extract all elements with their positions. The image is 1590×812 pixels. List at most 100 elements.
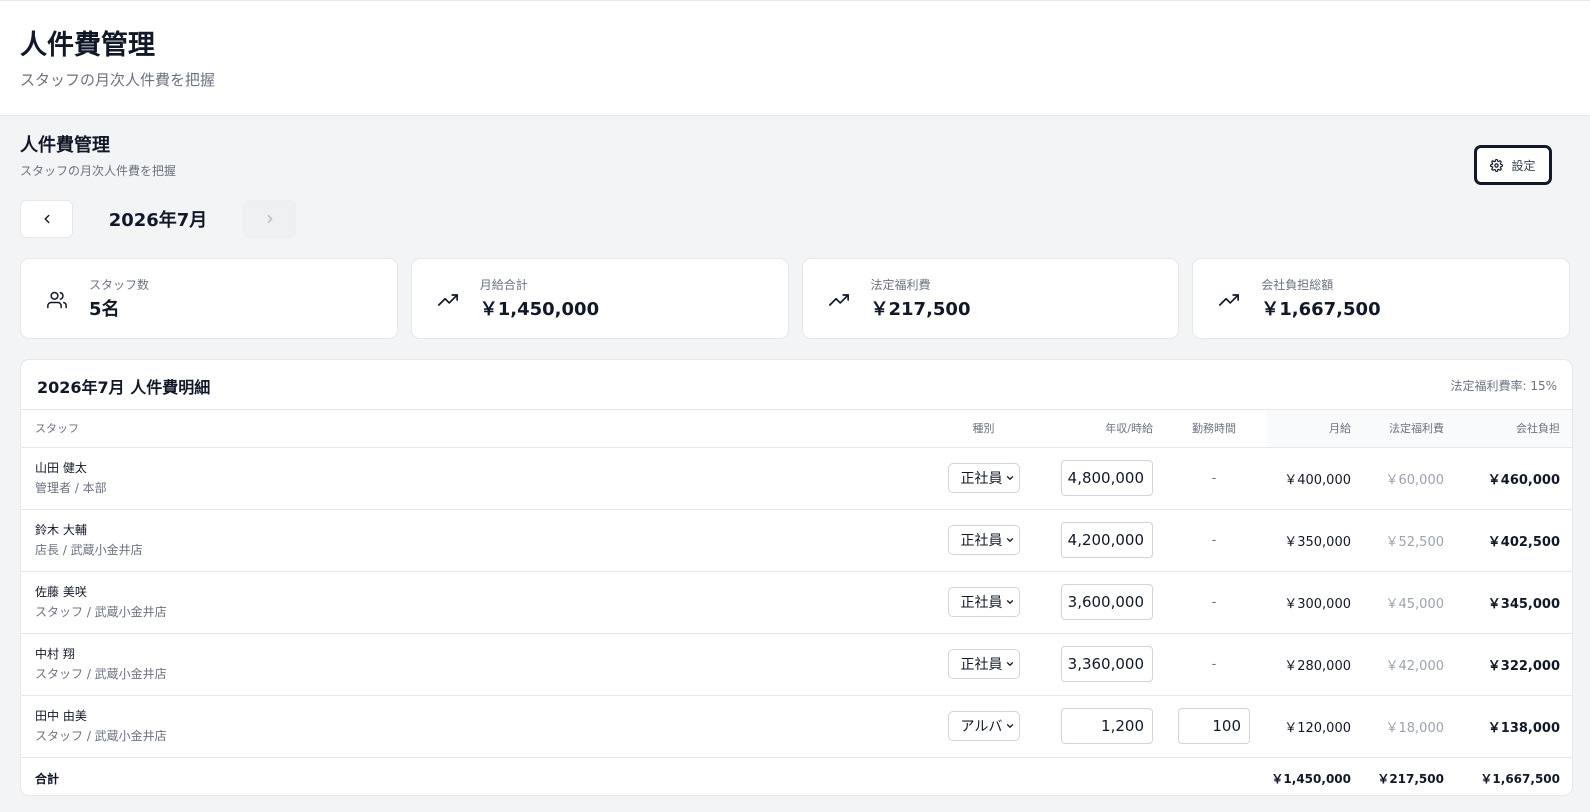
col-header-welfare: 法定福利費 <box>1365 410 1458 448</box>
employment-type-value: 正社員 <box>960 533 1003 549</box>
employment-type-select[interactable]: 正社員 <box>947 525 1020 555</box>
total-empty <box>926 757 1041 795</box>
monthly-salary: ￥120,000 <box>1284 720 1351 736</box>
welfare-rate-label: 法定福利費率: 15% <box>1450 379 1557 393</box>
hours-cell: - <box>1161 571 1267 634</box>
pay-input[interactable]: 3,600,000 <box>1061 584 1153 620</box>
stat-label: スタッフ数 <box>89 278 150 292</box>
stat-value: ￥1,450,000 <box>479 299 600 320</box>
burden-cell: ￥322,000 <box>1458 633 1572 696</box>
hours-cell: - <box>1161 509 1267 572</box>
settings-button[interactable]: 設定 <box>1474 145 1552 185</box>
chevron-left-icon <box>44 214 49 224</box>
welfare-cell: ￥42,000 <box>1365 633 1458 696</box>
month-navigator: 2026年7月 <box>20 200 1570 238</box>
burden-cell: ￥138,000 <box>1458 695 1572 758</box>
table-row: 中村 翔スタッフ / 武蔵小金井店 正社員 3,360,000 - ￥280,000 ￥4… <box>21 633 1572 696</box>
page-header: 人件費管理 スタッフの月次人件費を把握 <box>0 0 1590 116</box>
employment-type-select[interactable]: アルバ <box>947 711 1020 741</box>
staff-role: スタッフ / 武蔵小金井店 <box>35 605 167 619</box>
welfare-cell: ￥60,000 <box>1365 447 1458 510</box>
type-cell: アルバ <box>926 695 1041 758</box>
employment-type-select[interactable]: 正社員 <box>947 463 1020 493</box>
total-empty <box>1161 757 1267 795</box>
pay-cell: 4,800,000 <box>1041 447 1161 510</box>
hours-empty: - <box>1211 532 1217 548</box>
hours-empty: - <box>1211 594 1217 610</box>
hours-empty: - <box>1211 470 1217 486</box>
burden-cell: ￥345,000 <box>1458 571 1572 634</box>
stat-label: 月給合計 <box>479 278 528 292</box>
col-header-type: 種別 <box>926 410 1041 448</box>
chevron-down-icon <box>1006 662 1013 666</box>
pay-input[interactable]: 4,200,000 <box>1061 522 1153 558</box>
staff-role: 店長 / 武蔵小金井店 <box>35 543 143 557</box>
staff-cell: 田中 由美スタッフ / 武蔵小金井店 <box>21 695 926 758</box>
next-month-button[interactable] <box>243 200 296 238</box>
company-burden: ￥322,000 <box>1487 658 1560 674</box>
trending-up-icon <box>828 294 849 306</box>
section-title: 人件費管理 <box>20 135 110 156</box>
staff-name: 中村 翔 <box>35 647 75 661</box>
monthly-cell: ￥400,000 <box>1267 447 1365 510</box>
stat-value: ￥1,667,500 <box>1261 299 1381 320</box>
table-title: 2026年7月 人件費明細 <box>37 378 211 397</box>
employment-type-value: アルバ <box>960 719 1003 735</box>
company-burden: ￥138,000 <box>1487 720 1560 736</box>
staff-cell: 山田 健太管理者 / 本部 <box>21 447 926 510</box>
chevron-right-icon <box>267 214 272 224</box>
col-header-hours: 勤務時間 <box>1161 410 1267 448</box>
pay-input[interactable]: 1,200 <box>1061 708 1153 744</box>
staff-role: スタッフ / 武蔵小金井店 <box>35 729 167 743</box>
welfare-cost: ￥18,000 <box>1385 720 1445 736</box>
hours-empty: - <box>1211 656 1217 672</box>
employment-type-select[interactable]: 正社員 <box>947 649 1020 679</box>
employment-type-select[interactable]: 正社員 <box>947 587 1020 617</box>
monthly-salary: ￥400,000 <box>1284 472 1351 488</box>
table-header-row: スタッフ 種別 年収/時給 勤務時間 月給 法定福利費 会社負担 <box>21 410 1572 448</box>
main-content: 人件費管理 スタッフの月次人件費を把握 設定 2026年7月 スタッフ数 5名 <box>0 116 1590 796</box>
burden-cell: ￥402,500 <box>1458 509 1572 572</box>
company-burden: ￥402,500 <box>1487 534 1560 550</box>
table-header-bar: 2026年7月 人件費明細 法定福利費率: 15% <box>21 360 1572 410</box>
hours-cell: - <box>1161 633 1267 696</box>
staff-name: 田中 由美 <box>35 709 87 723</box>
stat-card-monthly-total: 月給合計 ￥1,450,000 <box>410 258 789 339</box>
employment-type-value: 正社員 <box>960 657 1003 673</box>
gear-icon <box>1490 158 1504 172</box>
hours-cell: - <box>1161 447 1267 510</box>
type-cell: 正社員 <box>926 633 1041 696</box>
hours-cell: 100 <box>1161 695 1267 758</box>
table-row: 山田 健太 管理者 / 本部 正社員 4,800,000 - ￥400,000 ￥60,00… <box>21 447 1572 510</box>
staff-name: 山田 健太 <box>35 461 87 475</box>
trending-up-icon <box>437 294 458 306</box>
welfare-cell: ￥52,500 <box>1365 509 1458 572</box>
staff-role: 管理者 / 本部 <box>35 481 107 495</box>
staff-name: 佐藤 美咲 <box>35 585 87 599</box>
burden-cell: ￥460,000 <box>1458 447 1572 510</box>
col-header-pay: 年収/時給 <box>1041 410 1161 448</box>
labor-cost-table: スタッフ 種別 年収/時給 勤務時間 月給 法定福利費 会社負担 山田 健太管理… <box>21 410 1572 795</box>
monthly-cell: ￥300,000 <box>1267 571 1365 634</box>
total-burden: ￥1,667,500 <box>1480 771 1560 786</box>
monthly-cell: ￥120,000 <box>1267 695 1365 758</box>
col-header-burden: 会社負担 <box>1458 410 1572 448</box>
table-row: 佐藤 美咲スタッフ / 武蔵小金井店 正社員 3,600,000 - ￥300,000 ￥… <box>21 571 1572 634</box>
stat-card-staff-count: スタッフ数 5名 <box>20 258 398 339</box>
welfare-cost: ￥60,000 <box>1385 472 1445 488</box>
staff-cell: 鈴木 大輔 店長 / 武蔵小金井店 <box>21 509 926 572</box>
settings-label: 設定 <box>1511 158 1536 173</box>
page-subtitle: スタッフの月次人件費を把握 <box>20 71 216 89</box>
staff-cell: 中村 翔スタッフ / 武蔵小金井店 <box>21 633 926 696</box>
pay-input[interactable]: 3,360,000 <box>1061 646 1153 682</box>
page-title: 人件費管理 <box>20 30 155 61</box>
welfare-cost: ￥52,500 <box>1385 534 1445 550</box>
hours-input[interactable]: 100 <box>1178 708 1250 744</box>
trending-up-icon <box>1219 294 1240 306</box>
prev-month-button[interactable] <box>20 200 73 238</box>
pay-input[interactable]: 4,800,000 <box>1061 460 1153 496</box>
total-label: 合計 <box>35 771 60 786</box>
users-icon <box>47 291 67 309</box>
monthly-salary: ￥300,000 <box>1284 596 1351 612</box>
type-cell: 正社員 <box>926 509 1041 572</box>
